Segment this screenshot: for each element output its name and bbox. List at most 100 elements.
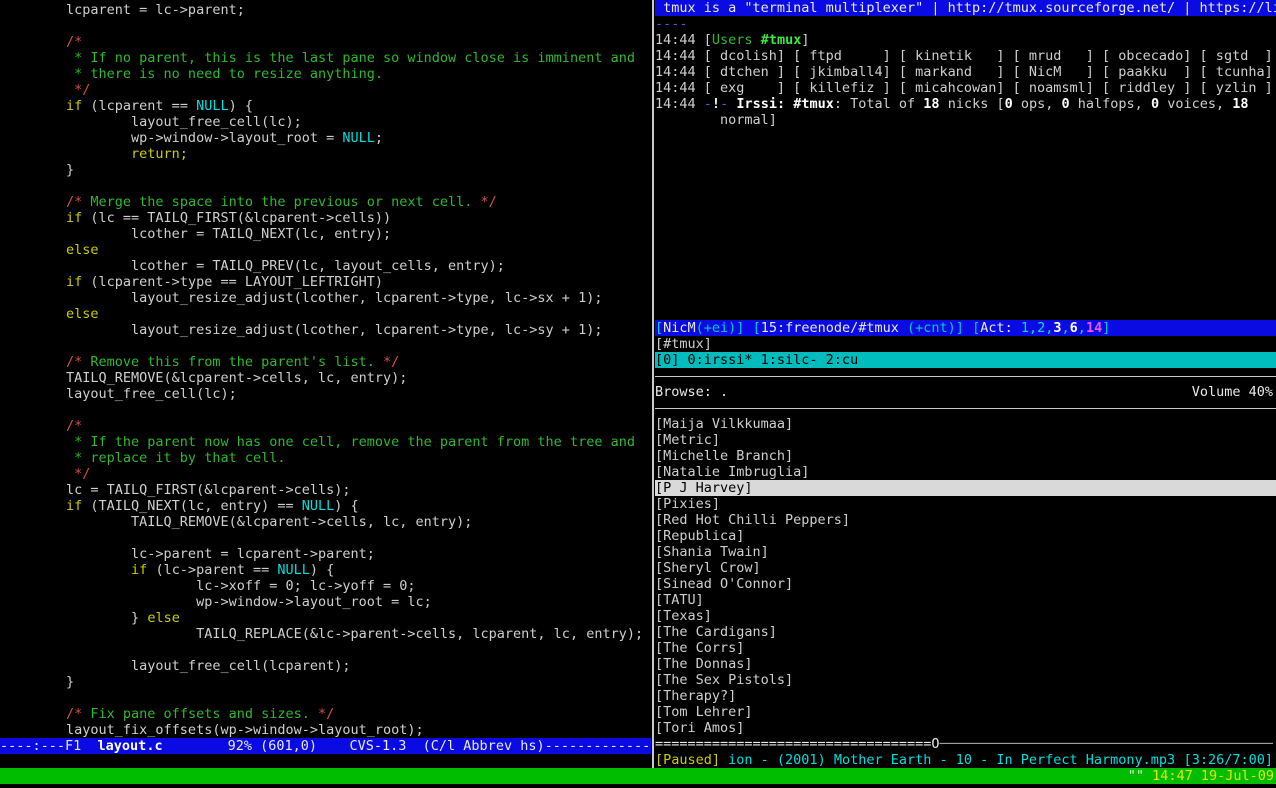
terminal-row: else (1, 242, 651, 258)
artist-row[interactable]: [Republica] (655, 528, 1276, 544)
terminal-row (655, 256, 1276, 272)
artist-row[interactable]: [Red Hot Chilli Peppers] (655, 512, 1276, 528)
terminal-row (655, 240, 1276, 256)
terminal-row (655, 192, 1276, 208)
terminal-row: } (1, 162, 651, 178)
artist-row[interactable]: [Tom Lehrer] (655, 704, 1276, 720)
terminal-row (655, 144, 1276, 160)
artist-row[interactable]: [Sheryl Crow] (655, 560, 1276, 576)
right-column: tmux is a "terminal multiplexer" | http:… (655, 0, 1276, 768)
irc-nick-row: 14:44 [ dtchen ] [ jkimball4] [ markand … (655, 64, 1276, 80)
terminal-row: } else (1, 610, 651, 626)
artist-row[interactable]: [Pixies] (655, 496, 1276, 512)
terminal-row: lcparent = lc->parent; (1, 2, 651, 18)
artist-row[interactable]: [Natalie Imbruglia] (655, 464, 1276, 480)
terminal-row: layout_free_cell(lc); (1, 114, 651, 130)
terminal-row (655, 304, 1276, 320)
tmux-clock: 14:47 19-Jul-09 (1152, 768, 1274, 784)
terminal-row (1, 530, 651, 546)
terminal-row: TAILQ_REMOVE(&lcparent->cells, lc, entry… (1, 514, 651, 530)
terminal-row (1, 338, 651, 354)
artist-row[interactable]: [Texas] (655, 608, 1276, 624)
terminal-row (655, 208, 1276, 224)
terminal-row: layout_resize_adjust(lcother, lcparent->… (1, 290, 651, 306)
artist-row[interactable]: [Tori Amos] (655, 720, 1276, 736)
ncmpc-header: Browse: .Volume 40% (655, 384, 1276, 400)
terminal-row: /* (1, 418, 651, 434)
ncmpc-header-rule (655, 400, 1276, 416)
terminal-row (655, 128, 1276, 144)
terminal-row (655, 160, 1276, 176)
tmux-hostname: "" (1128, 768, 1152, 784)
pane-divider-horizontal (655, 368, 1276, 384)
terminal-row (1, 18, 651, 34)
terminal-row (1, 642, 651, 658)
terminal-row: if (TAILQ_NEXT(lc, entry) == NULL) { (1, 498, 651, 514)
ncmpc-progress-bar[interactable]: ==================================O─────… (655, 736, 1276, 752)
terminal-row (1, 178, 651, 194)
artist-row[interactable]: [Sinead O'Connor] (655, 576, 1276, 592)
terminal-row: else (1, 306, 651, 322)
terminal-row: lcother = TAILQ_PREV(lc, layout_cells, e… (1, 258, 651, 274)
tmux-status-right: "" 14:47 19-Jul-09 (1128, 768, 1274, 784)
terminal-row: lcother = TAILQ_NEXT(lc, entry); (1, 226, 651, 242)
terminal-row: lc->xoff = 0; lc->yoff = 0; (1, 578, 651, 594)
terminal-row (655, 224, 1276, 240)
terminal-row: wp->window->layout_root = NULL; (1, 130, 651, 146)
tmux-vertical-pane-divider[interactable] (652, 0, 654, 768)
terminal-row: layout_resize_adjust(lcother, lcparent->… (1, 322, 651, 338)
terminal-row: TAILQ_REMOVE(&lcparent->cells, lc, entry… (1, 370, 651, 386)
terminal-row: * there is no need to resize anything. (1, 66, 651, 82)
tmux-status-bar[interactable]: [0] 0:irssi* 1:todo 2:ncmpc- 3:mutt 4:ss… (0, 768, 1276, 784)
terminal-row: lc->parent = lcparent->parent; (1, 546, 651, 562)
artist-row[interactable]: [Michelle Branch] (655, 448, 1276, 464)
terminal-row: layout_free_cell(lc); (1, 386, 651, 402)
artist-row[interactable]: [The Cardigans] (655, 624, 1276, 640)
terminal-row: lc = TAILQ_FIRST(&lcparent->cells); (1, 482, 651, 498)
artist-row-selected[interactable]: [P J Harvey] (655, 480, 1276, 496)
terminal-row: /* Merge the space into the previous or … (1, 194, 651, 210)
terminal-row: if (lcparent == NULL) { (1, 98, 651, 114)
terminal-row: wp->window->layout_root = lc; (1, 594, 651, 610)
artist-row[interactable]: [The Donnas] (655, 656, 1276, 672)
irssi-input-line[interactable]: [#tmux] (655, 336, 1276, 352)
irssi-statusbar: [NicM(+ei)] [15:freenode/#tmux (+cnt)] [… (655, 320, 1276, 336)
inner-tmux-statusbar[interactable]: [0] 0:irssi* 1:silc- 2:cu (655, 352, 1276, 368)
irc-message: 14:44 -!- Irssi: #tmux: Total of 18 nick… (655, 96, 1276, 112)
terminal-row: layout_fix_offsets(wp->window->layout_ro… (1, 722, 651, 738)
terminal-row: TAILQ_REPLACE(&lc->parent->cells, lcpare… (1, 626, 651, 642)
terminal-row: /* (1, 34, 651, 50)
irc-message: 14:44 [Users #tmux] (655, 32, 1276, 48)
artist-row[interactable]: [Maija Vilkkumaa] (655, 416, 1276, 432)
terminal-row: } (1, 674, 651, 690)
terminal-row: * If the parent now has one cell, remove… (1, 434, 651, 450)
ncmpc-nowplaying: [Paused] ion - (2001) Mother Earth - 10 … (655, 752, 1276, 768)
terminal-row: if (lc == TAILQ_FIRST(&lcparent->cells)) (1, 210, 651, 226)
terminal-row (655, 176, 1276, 192)
terminal-row: return; (1, 146, 651, 162)
artist-row[interactable]: [The Sex Pistols] (655, 672, 1276, 688)
artist-row[interactable]: [Shania Twain] (655, 544, 1276, 560)
irc-nick-row: 14:44 [ exg ] [ killefiz ] [ micahcowan]… (655, 80, 1276, 96)
terminal-row: if (lcparent->type == LAYOUT_LEFTRIGHT) (1, 274, 651, 290)
artist-row[interactable]: [The Corrs] (655, 640, 1276, 656)
emacs-modeline: ----:---F1 layout.c 92% (601,0) CVS-1.3 … (0, 738, 651, 754)
terminal-row (655, 288, 1276, 304)
topic-continuation: ---- (655, 16, 1276, 32)
terminal-row (655, 272, 1276, 288)
terminal-row (1, 402, 651, 418)
artist-row[interactable]: [TATU] (655, 592, 1276, 608)
artist-row[interactable]: [Therapy?] (655, 688, 1276, 704)
terminal-row: /* Fix pane offsets and sizes. */ (1, 706, 651, 722)
terminal-row: * replace it by that cell. (1, 450, 651, 466)
artist-row[interactable]: [Metric] (655, 432, 1276, 448)
terminal-row (1, 690, 651, 706)
terminal-row: * If no parent, this is the last pane so… (1, 50, 651, 66)
irc-nick-row: 14:44 [ dcolish] [ ftpd ] [ kinetik ] [ … (655, 48, 1276, 64)
terminal-row: */ (1, 82, 651, 98)
terminal-row: if (lc->parent == NULL) { (1, 562, 651, 578)
terminal-row: */ (1, 466, 651, 482)
irc-message: normal] (655, 112, 1276, 128)
irssi-topic-bar: tmux is a "terminal multiplexer" | http:… (655, 0, 1276, 16)
code-editor-pane[interactable]: lcparent = lc->parent; /* * If no parent… (1, 2, 651, 738)
